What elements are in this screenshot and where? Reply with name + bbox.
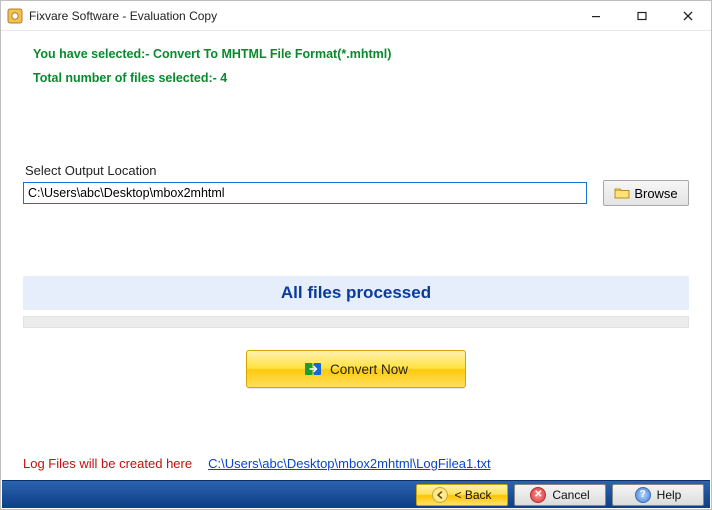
help-button[interactable]: ? Help bbox=[612, 484, 704, 506]
output-location-label: Select Output Location bbox=[25, 163, 689, 178]
cancel-label: Cancel bbox=[552, 488, 589, 502]
status-banner: All files processed bbox=[23, 276, 689, 310]
title-bar: Fixvare Software - Evaluation Copy bbox=[1, 1, 711, 31]
browse-button[interactable]: Browse bbox=[603, 180, 689, 206]
wizard-footer: < Back ✕ Cancel ? Help bbox=[2, 480, 710, 508]
log-label: Log Files will be created here bbox=[23, 456, 192, 471]
browse-label: Browse bbox=[634, 186, 677, 201]
convert-icon bbox=[304, 360, 322, 378]
progress-bar bbox=[23, 316, 689, 328]
selected-format-text: You have selected:- Convert To MHTML Fil… bbox=[33, 47, 689, 61]
back-button[interactable]: < Back bbox=[416, 484, 508, 506]
log-path-link[interactable]: C:\Users\abc\Desktop\mbox2mhtml\LogFilea… bbox=[208, 456, 491, 471]
cancel-button[interactable]: ✕ Cancel bbox=[514, 484, 606, 506]
help-icon: ? bbox=[635, 487, 651, 503]
maximize-button[interactable] bbox=[619, 1, 665, 31]
folder-icon bbox=[614, 186, 630, 200]
content-area: You have selected:- Convert To MHTML Fil… bbox=[1, 31, 711, 479]
output-path-input[interactable] bbox=[23, 182, 587, 204]
minimize-button[interactable] bbox=[573, 1, 619, 31]
output-row: Browse bbox=[23, 180, 689, 206]
convert-label: Convert Now bbox=[330, 362, 408, 377]
app-icon bbox=[7, 8, 23, 24]
status-text: All files processed bbox=[281, 283, 431, 303]
back-label: < Back bbox=[454, 488, 491, 502]
window-title: Fixvare Software - Evaluation Copy bbox=[29, 9, 217, 23]
arrow-left-icon bbox=[432, 487, 448, 503]
help-label: Help bbox=[657, 488, 682, 502]
log-row: Log Files will be created here C:\Users\… bbox=[23, 456, 689, 471]
close-button[interactable] bbox=[665, 1, 711, 31]
convert-now-button[interactable]: Convert Now bbox=[246, 350, 466, 388]
cancel-icon: ✕ bbox=[530, 487, 546, 503]
file-count-text: Total number of files selected:- 4 bbox=[33, 71, 689, 85]
